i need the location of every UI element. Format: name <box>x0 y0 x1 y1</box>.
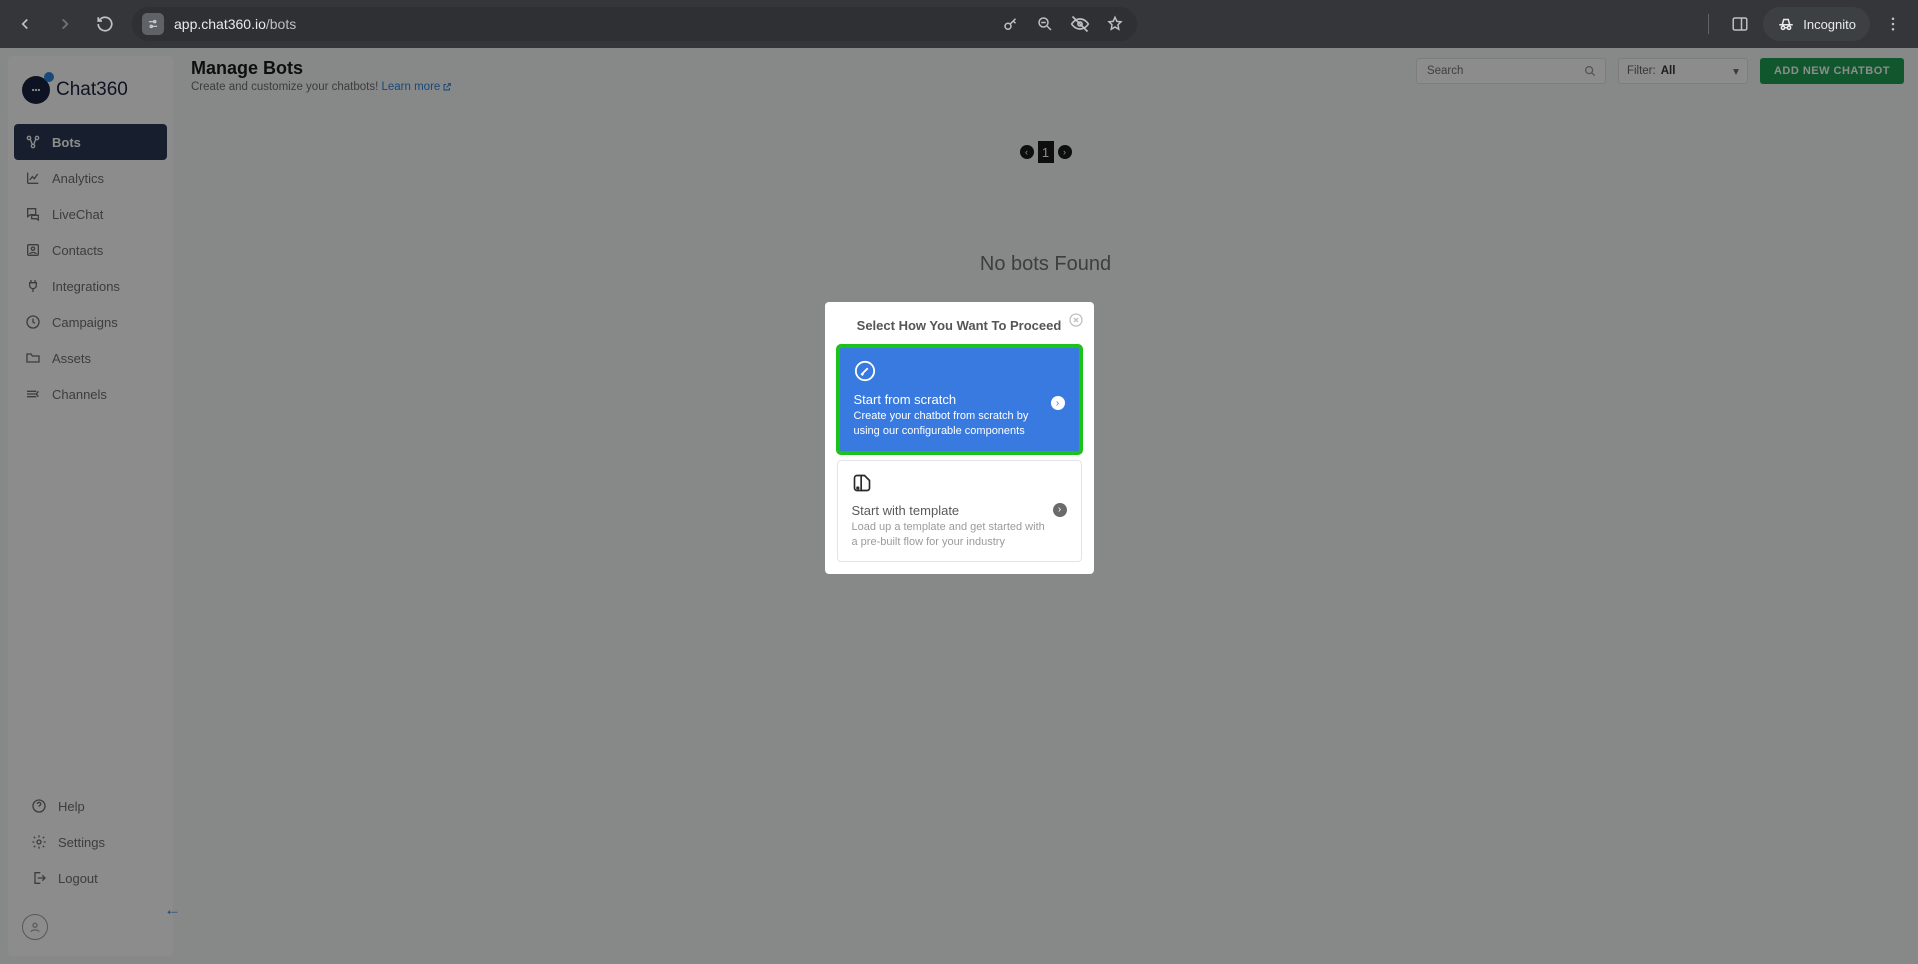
url-text: app.chat360.io/bots <box>174 16 989 32</box>
incognito-icon <box>1777 15 1795 33</box>
option-start-from-scratch[interactable]: Start from scratch Create your chatbot f… <box>837 345 1082 454</box>
modal-overlay[interactable]: Select How You Want To Proceed Start fro… <box>0 48 1918 964</box>
eye-off-icon[interactable] <box>1070 14 1090 34</box>
bookmark-star-icon[interactable] <box>1106 15 1124 33</box>
modal-title: Select How You Want To Proceed <box>837 318 1082 333</box>
toolbar-divider <box>1708 14 1709 34</box>
browser-toolbar: app.chat360.io/bots Incognito <box>0 0 1918 48</box>
back-button[interactable] <box>8 7 42 41</box>
incognito-label: Incognito <box>1803 17 1856 32</box>
pencil-circle-icon <box>854 360 1065 382</box>
reload-button[interactable] <box>88 7 122 41</box>
arrow-right-icon: › <box>1051 396 1065 410</box>
key-icon[interactable] <box>1002 15 1020 33</box>
arrow-right-icon: › <box>1053 503 1067 517</box>
side-panel-button[interactable] <box>1723 7 1757 41</box>
site-controls-icon[interactable] <box>142 13 164 35</box>
modal-proceed: Select How You Want To Proceed Start fro… <box>825 302 1094 574</box>
option-start-with-template[interactable]: Start with template Load up a template a… <box>837 460 1082 563</box>
forward-button[interactable] <box>48 7 82 41</box>
zoom-icon[interactable] <box>1036 15 1054 33</box>
omnibox[interactable]: app.chat360.io/bots <box>132 7 1137 41</box>
incognito-badge[interactable]: Incognito <box>1763 7 1870 41</box>
swatch-icon <box>852 473 1067 493</box>
modal-close-button[interactable] <box>1068 312 1084 328</box>
chrome-menu-button[interactable] <box>1876 7 1910 41</box>
